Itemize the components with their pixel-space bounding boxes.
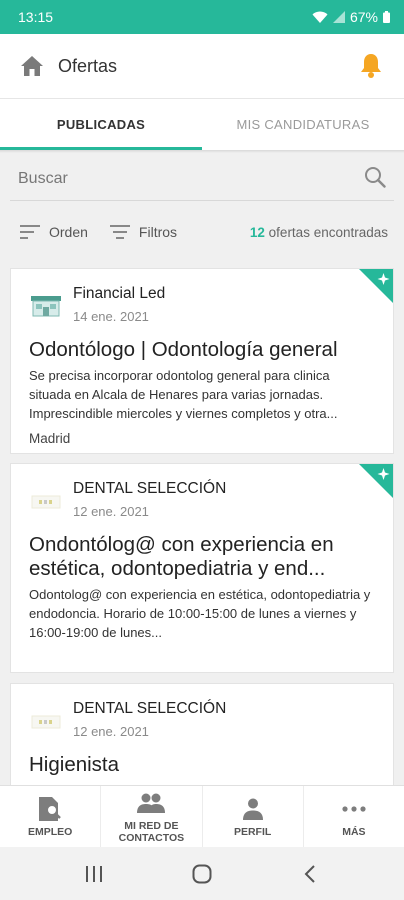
tab-bar: PUBLICADAS MIS CANDIDATURAS [0, 98, 404, 150]
nav-label: PERFIL [233, 825, 272, 838]
job-date: 12 ene. 2021 [73, 724, 149, 739]
nav-perfil[interactable]: PERFIL [203, 786, 304, 847]
job-card[interactable]: DENTAL SELECCIÓN 12 ene. 2021 Ondontólog… [10, 463, 394, 673]
company-logo-icon [29, 289, 63, 323]
job-card[interactable]: DENTAL SELECCIÓN 12 ene. 2021 Higienista [10, 683, 394, 793]
job-date: 14 ene. 2021 [73, 309, 149, 324]
job-title: Odontólogo | Odontología general [29, 338, 338, 361]
contacts-icon [136, 790, 166, 816]
filters-label: Filtros [138, 224, 178, 240]
battery-percent: 67% [349, 9, 378, 25]
search-icon[interactable] [364, 166, 386, 193]
results-number: 12 [249, 224, 265, 240]
search-underline [10, 200, 394, 201]
results-count: 12 ofertas encontradas [250, 225, 388, 240]
job-description: Se precisa incorporar odontolog general … [29, 368, 338, 421]
bell-icon[interactable] [356, 51, 386, 81]
more-icon [342, 796, 366, 822]
wifi-icon [312, 11, 328, 23]
profile-icon [242, 796, 263, 822]
filters-button[interactable]: Filtros [109, 224, 178, 240]
nav-mi-red[interactable]: MI RED DE CONTACTOS [101, 786, 203, 847]
order-button[interactable]: Orden [20, 224, 88, 240]
new-badge-icon [359, 464, 393, 498]
new-badge-icon [359, 269, 393, 303]
app-bar: Ofertas [0, 34, 404, 98]
back-icon[interactable] [290, 854, 330, 894]
results-suffix: ofertas encontradas [264, 224, 388, 240]
company-logo-icon [29, 704, 63, 738]
filter-row: Orden Filtros 12 ofertas encontradas [0, 212, 404, 252]
status-icons: 67% [312, 9, 390, 25]
job-title: Higienista [29, 753, 120, 776]
job-title: Ondontólog@ con experiencia en estética,… [29, 533, 334, 580]
search-input[interactable] [18, 170, 364, 188]
bottom-nav: EMPLEO MI RED DE CONTACTOS PERFIL MÁS [0, 785, 404, 847]
job-location: Madrid [29, 431, 71, 446]
battery-icon [383, 11, 390, 23]
signal-icon [332, 11, 345, 23]
page-title: Ofertas [58, 55, 118, 76]
recent-apps-icon[interactable] [74, 854, 114, 894]
nav-label: MÁS [342, 825, 366, 838]
company-name: DENTAL SELECCIÓN [73, 700, 227, 717]
sort-icon [20, 225, 40, 239]
jobs-icon [39, 796, 62, 822]
search-bar [0, 156, 404, 202]
company-logo-icon [29, 484, 63, 518]
company-name: DENTAL SELECCIÓN [73, 480, 227, 497]
nav-label: EMPLEO [27, 825, 73, 838]
card-header: Financial Led 14 ene. 2021 [29, 285, 375, 324]
status-time: 13:15 [18, 9, 54, 25]
filter-icon [109, 225, 130, 239]
card-header: DENTAL SELECCIÓN 12 ene. 2021 [29, 480, 375, 519]
status-bar: 13:15 67% [0, 0, 404, 34]
company-name: Financial Led [73, 285, 166, 302]
tab-publicadas[interactable]: PUBLICADAS [0, 99, 202, 150]
tabs-shadow [0, 150, 404, 153]
nav-mas[interactable]: MÁS [304, 786, 404, 847]
system-nav-bar [0, 847, 404, 900]
order-label: Orden [49, 224, 88, 240]
tab-mis-candidaturas[interactable]: MIS CANDIDATURAS [202, 99, 404, 150]
home-icon[interactable] [18, 52, 46, 80]
job-description: Odontolog@ con experiencia en estética, … [29, 587, 371, 640]
nav-label: MI RED DE CONTACTOS [118, 819, 185, 844]
nav-empleo[interactable]: EMPLEO [0, 786, 102, 847]
home-button-icon[interactable] [182, 854, 222, 894]
job-card[interactable]: Financial Led 14 ene. 2021 Odontólogo | … [10, 268, 394, 454]
job-date: 12 ene. 2021 [73, 504, 149, 519]
card-header: DENTAL SELECCIÓN 12 ene. 2021 [29, 700, 375, 739]
